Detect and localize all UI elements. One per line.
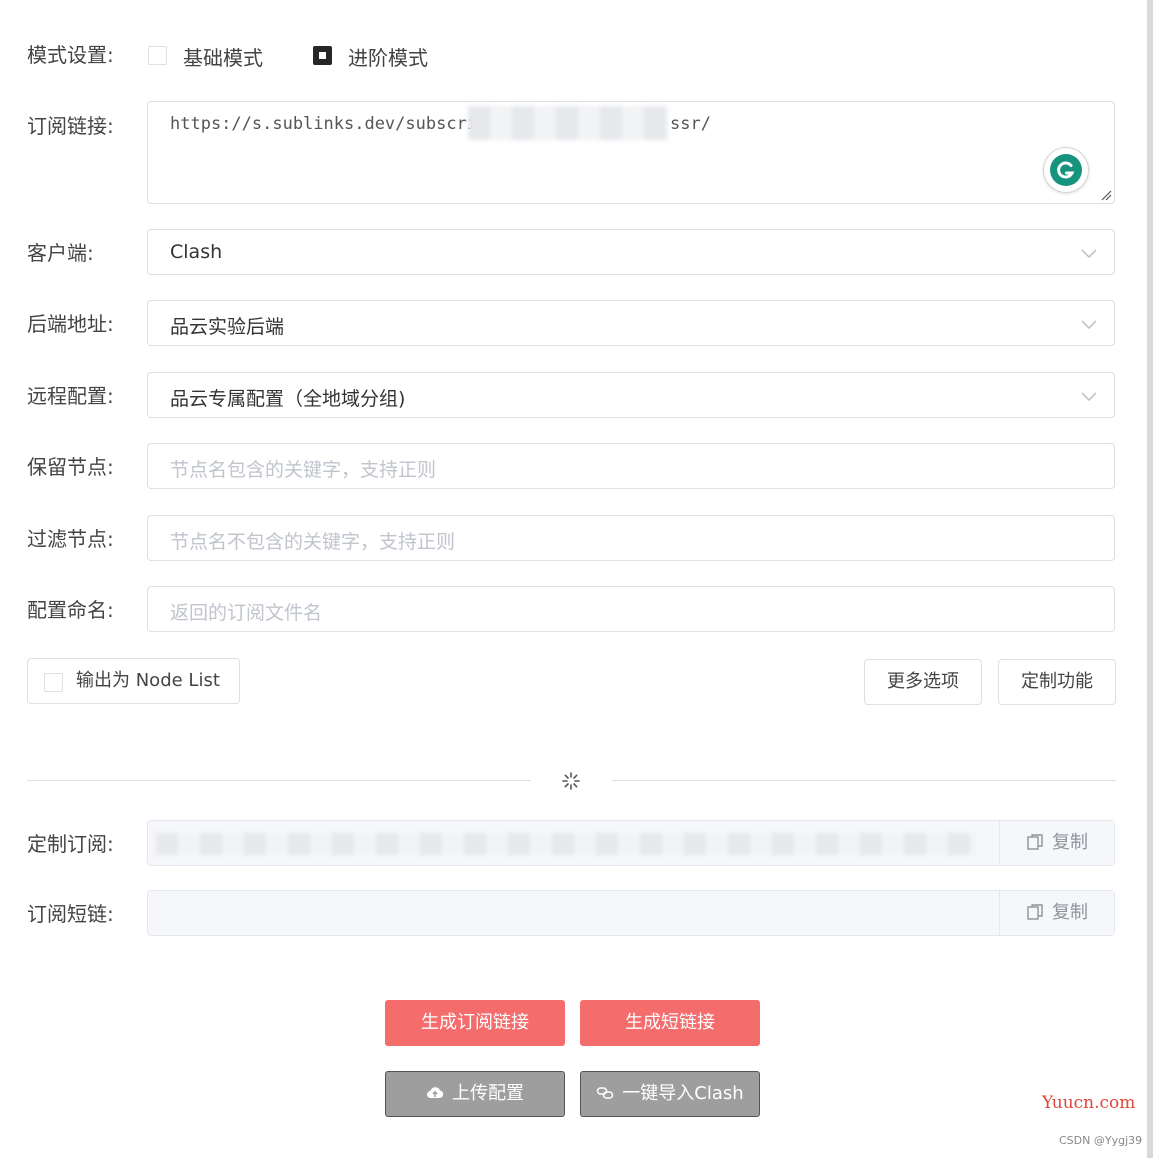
site-watermark: Yuucn.com <box>1042 1093 1136 1113</box>
redacted-url-segment <box>468 106 668 140</box>
keep-nodes-label: 保留节点: <box>27 455 114 479</box>
backend-select[interactable]: 品云实验后端 <box>147 300 1115 346</box>
upload-config-label: 上传配置 <box>452 1083 524 1104</box>
chevron-down-icon <box>1081 392 1097 402</box>
basic-mode-checkbox[interactable] <box>148 46 167 65</box>
node-list-checkbox[interactable] <box>44 673 63 692</box>
advanced-mode-checkbox[interactable] <box>313 46 332 65</box>
copy-icon <box>1027 834 1043 850</box>
generate-sub-link-button[interactable]: 生成订阅链接 <box>385 1000 565 1046</box>
client-label: 客户端: <box>27 241 94 265</box>
remote-config-value: 品云专属配置（全地域分组) <box>170 388 406 410</box>
subscription-label: 订阅链接: <box>27 114 114 138</box>
config-name-placeholder: 返回的订阅文件名 <box>170 602 323 624</box>
generate-short-link-button[interactable]: 生成短链接 <box>580 1000 760 1046</box>
copy-icon <box>1027 904 1043 920</box>
subscription-value-end: ssr/ <box>670 114 711 134</box>
backend-value: 品云实验后端 <box>170 316 285 338</box>
chevron-down-icon <box>1081 249 1097 259</box>
copy-label: 复制 <box>1052 832 1088 853</box>
import-clash-button[interactable]: 一键导入Clash <box>580 1071 760 1117</box>
node-list-label: 输出为 Node List <box>76 670 220 691</box>
client-select[interactable]: Clash <box>147 229 1115 275</box>
link-icon <box>597 1087 614 1099</box>
divider-left <box>27 780 531 781</box>
author-watermark: CSDN @Yygj39 <box>1059 1134 1143 1147</box>
chevron-down-icon <box>1081 320 1097 330</box>
window-edge <box>1147 0 1153 1158</box>
grammarly-icon[interactable] <box>1044 148 1088 192</box>
short-link-field[interactable]: 复制 <box>147 890 1115 936</box>
copy-label: 复制 <box>1052 902 1088 923</box>
copy-custom-sub-button[interactable]: 复制 <box>999 821 1114 865</box>
backend-label: 后端地址: <box>27 312 114 336</box>
config-name-input[interactable]: 返回的订阅文件名 <box>147 586 1115 632</box>
keep-nodes-placeholder: 节点名包含的关键字，支持正则 <box>170 459 437 481</box>
redacted-custom-sub <box>156 833 976 855</box>
node-list-toggle[interactable]: 输出为 Node List <box>27 658 240 704</box>
upload-config-button[interactable]: 上传配置 <box>385 1071 565 1117</box>
advanced-mode-label[interactable]: 进阶模式 <box>348 42 428 71</box>
divider-right <box>612 780 1116 781</box>
mode-label: 模式设置: <box>27 43 114 67</box>
custom-features-button[interactable]: 定制功能 <box>998 659 1116 705</box>
resize-handle-icon[interactable] <box>1100 189 1112 201</box>
config-name-label: 配置命名: <box>27 598 114 622</box>
custom-sub-label: 定制订阅: <box>27 832 114 856</box>
custom-sub-field[interactable]: 复制 <box>147 820 1115 866</box>
loading-icon <box>562 772 580 790</box>
filter-nodes-placeholder: 节点名不包含的关键字，支持正则 <box>170 531 456 553</box>
keep-nodes-input[interactable]: 节点名包含的关键字，支持正则 <box>147 443 1115 489</box>
copy-short-link-button[interactable]: 复制 <box>999 891 1114 935</box>
filter-nodes-input[interactable]: 节点名不包含的关键字，支持正则 <box>147 515 1115 561</box>
subscription-value-start: https://s.sublinks.dev/subscril <box>170 114 488 134</box>
import-clash-label: 一键导入Clash <box>622 1083 744 1104</box>
client-value: Clash <box>170 241 223 263</box>
filter-nodes-label: 过滤节点: <box>27 527 114 551</box>
remote-config-select[interactable]: 品云专属配置（全地域分组) <box>147 372 1115 418</box>
short-link-label: 订阅短链: <box>27 902 114 926</box>
remote-config-label: 远程配置: <box>27 384 114 408</box>
subscription-textarea[interactable]: https://s.sublinks.dev/subscril ssr/ <box>147 101 1115 204</box>
cloud-upload-icon <box>427 1087 444 1098</box>
more-options-button[interactable]: 更多选项 <box>864 659 982 705</box>
basic-mode-label[interactable]: 基础模式 <box>183 42 263 71</box>
